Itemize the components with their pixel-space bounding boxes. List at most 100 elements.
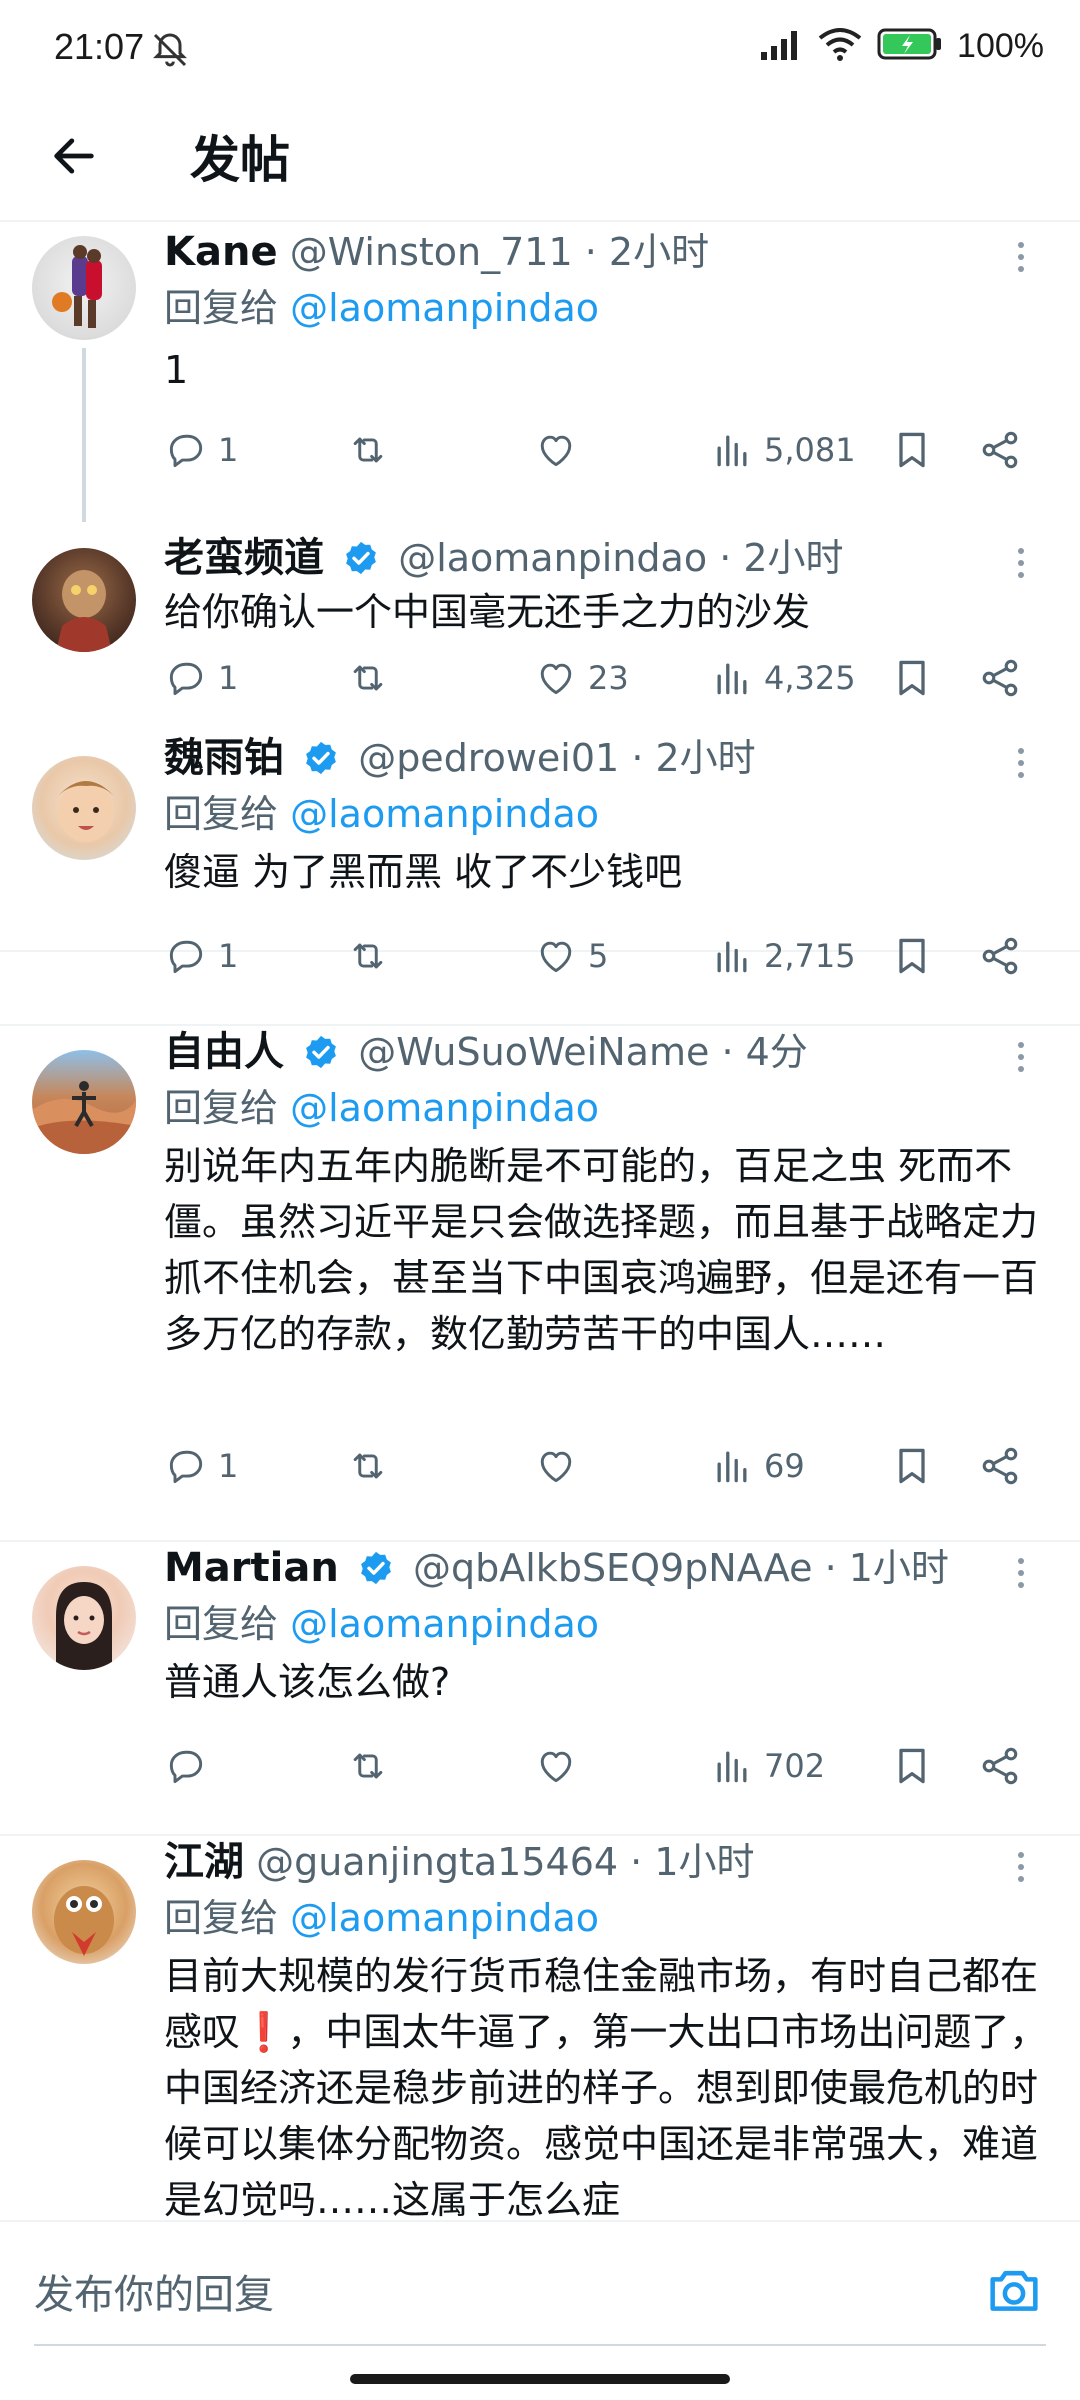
reply-to-line: 回复给 @laomanpindao [164, 1082, 599, 1134]
views-chart-icon [717, 1451, 747, 1483]
post-header: 江湖 @guanjingta15464 · 1小时 [164, 1839, 755, 1885]
retweet-button[interactable] [344, 1736, 402, 1796]
more-options-button[interactable] [1006, 1032, 1036, 1082]
author-name[interactable]: 江湖 [164, 1839, 244, 1885]
home-indicator[interactable] [350, 2374, 730, 2384]
share-button[interactable] [978, 648, 1022, 708]
back-button[interactable] [44, 126, 104, 186]
reply-to-mention[interactable]: @laomanpindao [290, 1896, 599, 1940]
bookmark-button[interactable] [890, 1436, 934, 1496]
author-name[interactable]: Martian [164, 1545, 339, 1591]
post-text: 别说年内五年内脆断是不可能的，百足之虫 死而不僵。虽然习近平是只会做选择题，而且… [164, 1144, 1039, 1356]
more-options-button[interactable] [1006, 1548, 1036, 1598]
post-text: 1 [164, 348, 189, 392]
avatar[interactable] [32, 1860, 136, 1964]
post-text: 目前大规模的发行货币稳住金融市场，有时自己都在感叹❗，中国太牛逼了，第一大出口市… [164, 1954, 1048, 2220]
like-button[interactable]: 5 [534, 926, 608, 986]
reply-button[interactable]: 1 [164, 1436, 238, 1496]
avatar[interactable] [32, 1050, 136, 1154]
post-item[interactable]: Kane @Winston_711 · 2小时 回复给 @laomanpinda… [0, 222, 1080, 522]
bookmark-button[interactable] [890, 1736, 934, 1796]
bookmark-button[interactable] [890, 648, 934, 708]
more-options-button[interactable] [1006, 232, 1036, 282]
reply-to-line: 回复给 @laomanpindao [164, 788, 599, 840]
bookmark-button[interactable] [890, 926, 934, 986]
author-name[interactable]: 自由人 [164, 1029, 284, 1075]
reply-to-mention[interactable]: @laomanpindao [290, 1086, 599, 1130]
share-button[interactable] [978, 420, 1022, 480]
status-bar: 21:07 100% [0, 0, 1080, 96]
heart-icon [540, 1751, 572, 1783]
battery-charging-icon [877, 27, 943, 65]
retweet-button[interactable] [344, 648, 402, 708]
like-button[interactable] [534, 1436, 588, 1496]
reply-button[interactable]: 1 [164, 926, 238, 986]
like-button[interactable]: 23 [534, 648, 629, 708]
avatar[interactable] [32, 236, 136, 340]
views-count: 5,081 [764, 431, 856, 469]
camera-button[interactable] [982, 2258, 1046, 2322]
bookmark-icon [899, 938, 925, 974]
action-bar: 1 69 [164, 1436, 1044, 1496]
bookmark-button[interactable] [890, 420, 934, 480]
views-chart-icon [717, 1751, 747, 1783]
views-button[interactable]: 69 [710, 1436, 805, 1496]
reply-button[interactable] [164, 1736, 218, 1796]
bookmark-icon [899, 1748, 925, 1784]
post-header: 自由人 @WuSuoWeiName · 4分 [164, 1029, 808, 1075]
post-header: 老蛮频道 @laomanpindao · 2小时 [164, 535, 844, 581]
reply-to-label: 回复给 [164, 1896, 279, 1940]
reply-to-label: 回复给 [164, 1086, 279, 1130]
author-name[interactable]: 魏雨铂 [164, 735, 284, 781]
views-button[interactable]: 2,715 [710, 926, 856, 986]
more-options-button[interactable] [1006, 538, 1036, 588]
retweet-button[interactable] [344, 1436, 402, 1496]
more-options-button[interactable] [1006, 1842, 1036, 1892]
reply-to-mention[interactable]: @laomanpindao [290, 792, 599, 836]
reply-icon [169, 1750, 203, 1784]
views-button[interactable]: 4,325 [710, 648, 856, 708]
views-button[interactable]: 702 [710, 1736, 825, 1796]
reply-button[interactable]: 1 [164, 648, 238, 708]
reply-to-label: 回复给 [164, 286, 279, 330]
action-bar: 1 5 2,715 [164, 926, 1044, 986]
app-bar: 发帖 [0, 96, 1080, 222]
views-chart-icon [717, 941, 747, 973]
like-button[interactable] [534, 420, 588, 480]
reply-icon [169, 434, 203, 468]
post-item[interactable]: Martian @qbAlkbSEQ9pNAAe · 1小时 回复给 @laom… [0, 1542, 1080, 1836]
like-button[interactable] [534, 1736, 588, 1796]
more-options-button[interactable] [1006, 738, 1036, 788]
avatar[interactable] [32, 1566, 136, 1670]
reply-count: 1 [218, 431, 239, 469]
author-name[interactable]: 老蛮频道 [164, 535, 324, 581]
avatar[interactable] [32, 756, 136, 860]
action-bar: 1 5,081 [164, 420, 1044, 480]
share-icon [982, 659, 1018, 697]
post-item[interactable]: 江湖 @guanjingta15464 · 1小时 回复给 @laomanpin… [0, 1836, 1080, 2220]
share-button[interactable] [978, 1736, 1022, 1796]
avatar[interactable] [32, 548, 136, 652]
verified-badge-icon [306, 1035, 336, 1069]
reply-input[interactable]: 发布你的回复 [34, 2262, 274, 2320]
heart-icon [540, 663, 572, 695]
reply-to-line: 回复给 @laomanpindao [164, 282, 599, 334]
views-button[interactable]: 5,081 [710, 420, 856, 480]
post-item[interactable]: 自由人 @WuSuoWeiName · 4分 回复给 @laomanpindao… [0, 1026, 1080, 1542]
action-bar: 1 23 4,325 [164, 648, 1044, 708]
post-time: 2小时 [608, 230, 710, 274]
reply-to-mention[interactable]: @laomanpindao [290, 286, 599, 330]
bell-off-icon [150, 30, 190, 74]
retweet-button[interactable] [344, 420, 402, 480]
share-button[interactable] [978, 1436, 1022, 1496]
post-item[interactable]: 魏雨铂 @pedrowei01 · 2小时 回复给 @laomanpindao … [0, 732, 1080, 1026]
reply-to-mention[interactable]: @laomanpindao [290, 1602, 599, 1646]
reply-button[interactable]: 1 [164, 420, 238, 480]
views-count: 702 [764, 1747, 826, 1785]
post-time: 1小时 [848, 1546, 949, 1590]
post-time: 1小时 [654, 1840, 755, 1884]
author-handle: @laomanpindao [398, 536, 708, 580]
author-name[interactable]: Kane [164, 229, 278, 275]
share-button[interactable] [978, 926, 1022, 986]
retweet-button[interactable] [344, 926, 402, 986]
